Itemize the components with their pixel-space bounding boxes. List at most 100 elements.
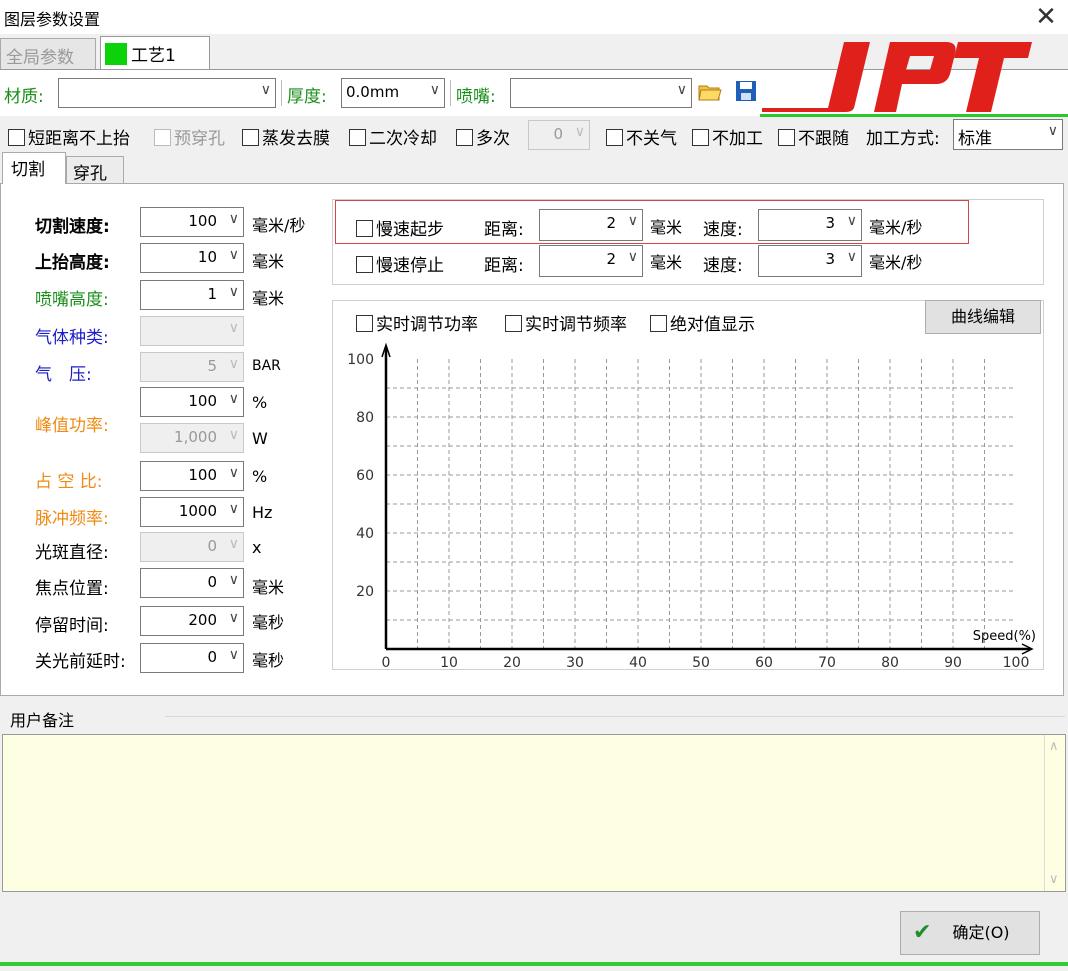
tab-global-params[interactable]: 全局参数 — [0, 38, 96, 70]
slow-start-checkbox[interactable]: 慢速起步 — [356, 215, 444, 240]
chart-grid — [386, 359, 1016, 649]
gas-type-select[interactable]: ∨ — [140, 316, 244, 346]
x-tick-label: 100 — [1003, 655, 1030, 670]
title-bar — [0, 0, 1068, 34]
pre-pierce-checkbox[interactable]: 预穿孔 — [154, 124, 225, 149]
multi-checkbox[interactable]: 多次 — [456, 124, 510, 149]
gas-pressure-unit: BAR — [252, 358, 281, 374]
user-notes-label: 用户备注 — [10, 711, 75, 730]
chevron-down-icon: ∨ — [228, 391, 239, 407]
tab-cut[interactable]: 切割 — [2, 152, 66, 184]
tab-pierce[interactable]: 穿孔 — [66, 156, 124, 184]
peak-power-watt-input[interactable]: 1,000 ∨ — [140, 423, 244, 453]
open-folder-icon[interactable] — [697, 78, 723, 104]
material-label: 材质: — [4, 87, 44, 107]
evaporate-film-checkbox[interactable]: 蒸发去膜 — [242, 124, 330, 149]
short-no-lift-checkbox[interactable]: 短距离不上抬 — [8, 124, 130, 149]
divider — [450, 80, 451, 106]
cut-speed-input[interactable]: 100 ∨ — [140, 207, 244, 237]
pulse-frequency-label: 脉冲频率: — [35, 509, 109, 529]
slow-start-distance-input[interactable]: 2 ∨ — [539, 209, 643, 241]
spot-diameter-label: 光斑直径: — [35, 543, 109, 563]
nozzle-height-unit: 毫米 — [252, 289, 285, 308]
checkmark-icon: ✔ — [913, 920, 932, 945]
chevron-down-icon: ∨ — [228, 211, 239, 227]
lift-height-label: 上抬高度: — [35, 253, 110, 273]
checkbox-box — [456, 129, 473, 146]
multi-count-select[interactable]: 0 ∨ — [528, 120, 590, 150]
nozzle-select[interactable]: ∨ — [510, 78, 692, 108]
focus-position-input[interactable]: 0 ∨ — [140, 568, 244, 598]
gas-pressure-input[interactable]: 5 ∨ — [140, 352, 244, 382]
divider — [281, 80, 282, 106]
no-gas-off-checkbox[interactable]: 不关气 — [606, 124, 677, 149]
no-process-checkbox[interactable]: 不加工 — [692, 124, 763, 149]
chevron-down-icon: ∨ — [228, 427, 239, 443]
checkbox-box — [692, 129, 709, 146]
x-tick-label: 40 — [629, 655, 647, 670]
chevron-down-icon: ∨ — [228, 320, 239, 336]
nozzle-label: 喷嘴: — [456, 87, 496, 107]
chevron-down-icon: ∨ — [228, 465, 239, 481]
realtime-power-checkbox[interactable]: 实时调节功率 — [356, 310, 478, 335]
nozzle-height-input[interactable]: 1 ∨ — [140, 280, 244, 310]
pre-off-delay-input[interactable]: 0 ∨ — [140, 643, 244, 673]
cut-speed-unit: 毫米/秒 — [252, 216, 306, 235]
tab-process-1[interactable]: 工艺1 — [100, 36, 210, 70]
second-cooling-checkbox[interactable]: 二次冷却 — [349, 124, 437, 149]
material-select[interactable]: ∨ — [58, 78, 276, 108]
mode-select[interactable]: 标准 ∨ — [953, 119, 1063, 150]
tab-label: 全局参数 — [6, 48, 74, 68]
no-follow-checkbox[interactable]: 不跟随 — [778, 124, 849, 149]
y-tick-label: 100 — [347, 352, 374, 368]
thickness-select[interactable]: 0.0mm ∨ — [341, 78, 445, 108]
slow-stop-distance-input[interactable]: 2 ∨ — [539, 245, 643, 277]
spot-diameter-input[interactable]: 0 ∨ — [140, 532, 244, 562]
lift-height-unit: 毫米 — [252, 252, 285, 271]
slow-stop-speed-input[interactable]: 3 ∨ — [758, 245, 862, 277]
x-tick-label: 60 — [755, 655, 773, 670]
slow-start-distance-unit: 毫米 — [650, 218, 683, 237]
peak-power-percent-unit: % — [252, 393, 268, 412]
checkbox-box — [356, 256, 373, 273]
chevron-down-icon: ∨ — [846, 249, 857, 265]
gas-type-label: 气体种类: — [35, 328, 109, 348]
nozzle-height-label: 喷嘴高度: — [35, 290, 109, 310]
curve-edit-button[interactable]: 曲线编辑 — [925, 300, 1041, 334]
save-icon[interactable] — [733, 78, 759, 104]
ok-button[interactable]: ✔ 确定(O) — [900, 911, 1040, 955]
peak-power-label: 峰值功率: — [35, 416, 109, 436]
chevron-down-icon: ∨ — [228, 572, 239, 588]
slow-start-speed-input[interactable]: 3 ∨ — [758, 209, 862, 241]
duty-cycle-input[interactable]: 100 ∨ — [140, 461, 244, 491]
checkbox-box — [356, 220, 373, 237]
peak-power-percent-input[interactable]: 100 ∨ — [140, 387, 244, 417]
window-title: 图层参数设置 — [4, 10, 101, 29]
slow-stop-checkbox[interactable]: 慢速停止 — [356, 251, 444, 276]
focus-position-unit: 毫米 — [252, 578, 285, 597]
realtime-frequency-checkbox[interactable]: 实时调节频率 — [505, 310, 627, 335]
pulse-frequency-input[interactable]: 1000 ∨ — [140, 497, 244, 527]
y-tick-label: 20 — [356, 584, 374, 600]
checkbox-box — [356, 315, 373, 332]
close-icon[interactable]: ✕ — [1030, 2, 1062, 32]
chevron-down-icon: ∨ — [228, 501, 239, 517]
absolute-display-checkbox[interactable]: 绝对值显示 — [650, 310, 755, 335]
user-notes-textarea[interactable] — [2, 734, 1066, 892]
checkbox-box — [606, 129, 623, 146]
checkbox-box — [154, 129, 171, 146]
thickness-label: 厚度: — [287, 87, 327, 107]
checkbox-box — [505, 315, 522, 332]
dwell-time-input[interactable]: 200 ∨ — [140, 606, 244, 636]
lift-height-input[interactable]: 10 ∨ — [140, 243, 244, 273]
chevron-down-icon: ∨ — [228, 610, 239, 626]
chevron-down-icon: ∨ — [228, 536, 239, 552]
pulse-frequency-unit: Hz — [252, 503, 273, 522]
checkbox-box — [8, 129, 25, 146]
checkbox-box — [650, 315, 667, 332]
gas-pressure-label: 气 压: — [35, 365, 92, 385]
notes-scrollbar[interactable]: ∧ ∨ — [1044, 735, 1065, 891]
scroll-up-icon: ∧ — [1049, 739, 1059, 754]
jpt-logo — [762, 38, 1034, 114]
slow-start-speed-label: 速度: — [703, 220, 743, 240]
